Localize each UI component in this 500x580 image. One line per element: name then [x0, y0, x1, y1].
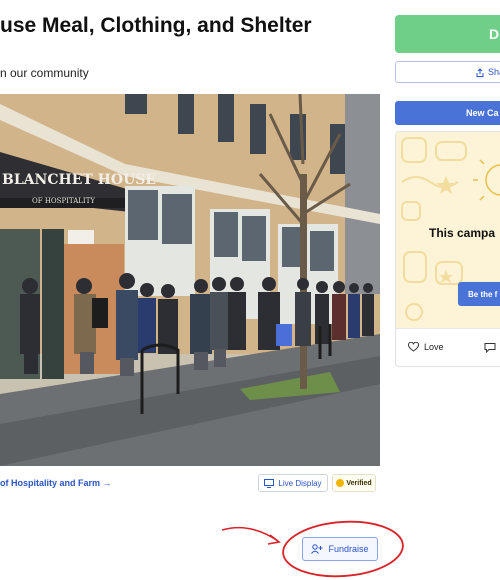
organizer-row: of Hospitality and Farm → Live Display V… — [0, 474, 380, 492]
share-icon — [476, 67, 484, 77]
campaign-photo: BLANCHET HOUSE OF HOSPITALITY — [0, 94, 380, 466]
new-campaign-button[interactable]: New Ca — [395, 101, 500, 125]
live-display-label: Live Display — [278, 478, 322, 488]
be-the-first-button[interactable]: Be the f — [458, 282, 500, 306]
photo-sign-name: BLANCHET HOUSE — [2, 172, 156, 188]
heart-icon — [408, 342, 419, 352]
fundraise-button[interactable]: Fundraise — [302, 537, 378, 561]
verified-badge: Verified — [332, 474, 376, 492]
live-display-button[interactable]: Live Display — [258, 474, 328, 492]
fundraise-label: Fundraise — [328, 544, 369, 554]
card-divider — [396, 328, 500, 329]
campaign-card: This campa Be the f Love — [395, 131, 500, 367]
verified-label: Verified — [346, 479, 372, 487]
card-message: This campa — [429, 226, 496, 240]
monitor-icon — [264, 478, 275, 488]
comment-icon[interactable] — [484, 342, 496, 353]
donate-button[interactable]: D — [395, 15, 500, 53]
organizer-link[interactable]: of Hospitality and Farm → — [0, 478, 112, 488]
love-button[interactable]: Love — [408, 342, 444, 352]
share-button[interactable]: Sha — [395, 61, 500, 83]
verified-badge-icon — [336, 479, 345, 487]
campaign-title: use Meal, Clothing, and Shelter — [0, 14, 312, 37]
campaign-subtitle: n our community — [0, 66, 89, 80]
add-user-icon — [311, 544, 323, 554]
love-label: Love — [424, 342, 444, 352]
photo-sign-subtitle: OF HOSPITALITY — [32, 197, 95, 205]
share-label: Sha — [487, 67, 500, 77]
